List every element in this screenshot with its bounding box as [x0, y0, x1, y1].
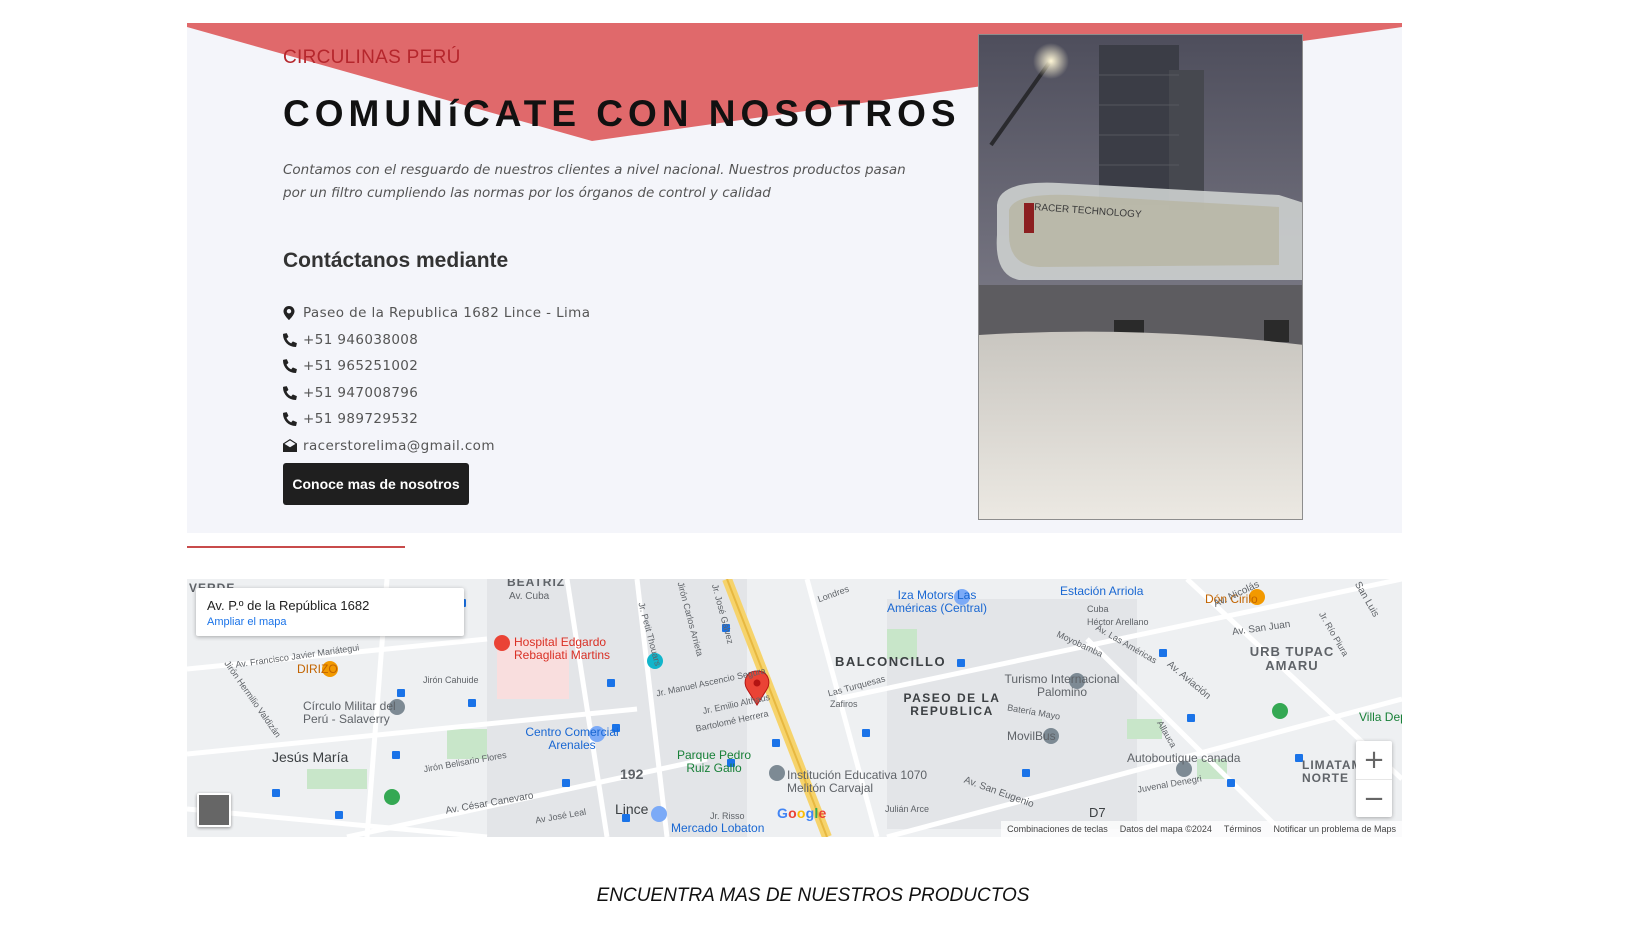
embedded-map[interactable]: BEATRIZ Av. Cuba VERDE Av. Francisco Jav… — [187, 579, 1402, 837]
map-label: Villa Dep — [1359, 710, 1402, 724]
map-label: Av. Cuba — [509, 591, 550, 602]
map-label: BALCONCILLO — [835, 654, 947, 669]
map-label: Estación Arriola — [1060, 584, 1144, 598]
map-label: Parque Pedro Ruiz Gallo — [676, 748, 752, 775]
products-heading: ENCUENTRA MAS DE NUESTROS PRODUCTOS — [596, 885, 1030, 906]
map-label: Jr. Risso — [710, 811, 745, 821]
map-label: Julián Arce — [885, 804, 930, 814]
map-label: BEATRIZ — [507, 579, 566, 589]
map-place-title: Av. P.º de la República 1682 — [207, 598, 370, 613]
map-zoom-control: + − — [1356, 741, 1392, 817]
map-label: Cuba — [1087, 604, 1109, 614]
map-label: D7 — [1089, 805, 1106, 820]
map-label: Lince — [615, 801, 649, 817]
map-label: Jesús María — [272, 749, 349, 765]
contact-heading: Contáctanos mediante — [283, 249, 509, 272]
contact-text: Paseo de la Republica 1682 Lince - Lima — [303, 305, 591, 322]
map-label: Zafiros — [830, 699, 858, 709]
google-logo: Google — [777, 805, 827, 821]
map-label: Autoboutique canada — [1127, 751, 1241, 765]
keyboard-shortcuts-link[interactable]: Combinaciones de teclas — [1007, 824, 1108, 834]
map-label: Mercado Lobaton — [671, 821, 765, 835]
map-label: Institución Educativa 1070 Melitón Carva… — [787, 768, 928, 795]
contact-item-address: Paseo de la Republica 1682 Lince - Lima — [283, 300, 590, 327]
map-footer: Combinaciones de teclas Datos del mapa ©… — [1001, 821, 1402, 837]
contact-item-phone: +51 989729532 — [283, 406, 590, 433]
zoom-in-button[interactable]: + — [1356, 741, 1392, 779]
terms-link[interactable]: Términos — [1224, 824, 1262, 834]
map-label: Hospital Edgardo Rebagliati Martins — [514, 635, 611, 662]
map-marker-icon — [283, 306, 303, 321]
map-label: MovilBus — [1007, 729, 1056, 743]
contact-text: +51 965251002 — [303, 358, 419, 375]
contact-text: +51 946038008 — [303, 331, 419, 348]
phone-icon — [283, 412, 303, 427]
contact-text: +51 989729532 — [303, 411, 419, 428]
contact-text: racerstorelima@gmail.com — [303, 437, 495, 454]
contact-item-phone: +51 947008796 — [283, 380, 590, 407]
street-view-pegman-icon[interactable] — [197, 793, 231, 827]
map-label: Centro Comercial Arenales — [525, 725, 619, 752]
section-divider — [187, 546, 405, 548]
brand-label: CIRCULINAS PERÚ — [283, 47, 461, 68]
product-photo: RACER TECHNOLOGY — [978, 34, 1303, 520]
report-problem-link[interactable]: Notificar un problema de Maps — [1273, 824, 1396, 834]
learn-more-button[interactable]: Conoce mas de nosotros — [283, 463, 469, 505]
zoom-out-button[interactable]: − — [1356, 779, 1392, 818]
contact-item-phone: +51 965251002 — [283, 353, 590, 380]
contact-text: +51 947008796 — [303, 384, 419, 401]
map-label: DIRIZO — [297, 662, 338, 676]
phone-icon — [283, 385, 303, 400]
contact-item-phone: +51 946038008 — [283, 327, 590, 354]
envelope-open-icon — [283, 439, 303, 453]
contact-section: CIRCULINAS PERÚ COMUNíCATE CON NOSOTROS … — [187, 23, 1402, 533]
map-label: PASEO DE LA REPUBLICA — [903, 691, 1001, 718]
enlarge-map-link[interactable]: Ampliar el mapa — [207, 616, 286, 628]
map-label: 192 — [620, 766, 644, 782]
map-label: Jirón Cahuide — [423, 675, 479, 685]
contact-list: Paseo de la Republica 1682 Lince - Lima … — [283, 300, 590, 459]
contact-item-email: racerstorelima@gmail.com — [283, 433, 590, 460]
phone-icon — [283, 359, 303, 374]
company-description: Contamos con el resguardo de nuestros cl… — [283, 162, 906, 201]
map-label: Círculo Militar del Perú - Salaverry — [303, 699, 396, 726]
page-title: COMUNíCATE CON NOSOTROS — [283, 93, 961, 134]
map-label: Turismo Internacional Palomino — [1004, 672, 1120, 699]
phone-icon — [283, 332, 303, 347]
map-data-attribution: Datos del mapa ©2024 — [1119, 824, 1212, 834]
map-place-card: Av. P.º de la República 1682 Ampliar el … — [196, 588, 464, 636]
map-label: Iza Motors Las Américas (Central) — [886, 588, 988, 615]
map-label: URB TUPAC AMARU — [1249, 644, 1335, 673]
